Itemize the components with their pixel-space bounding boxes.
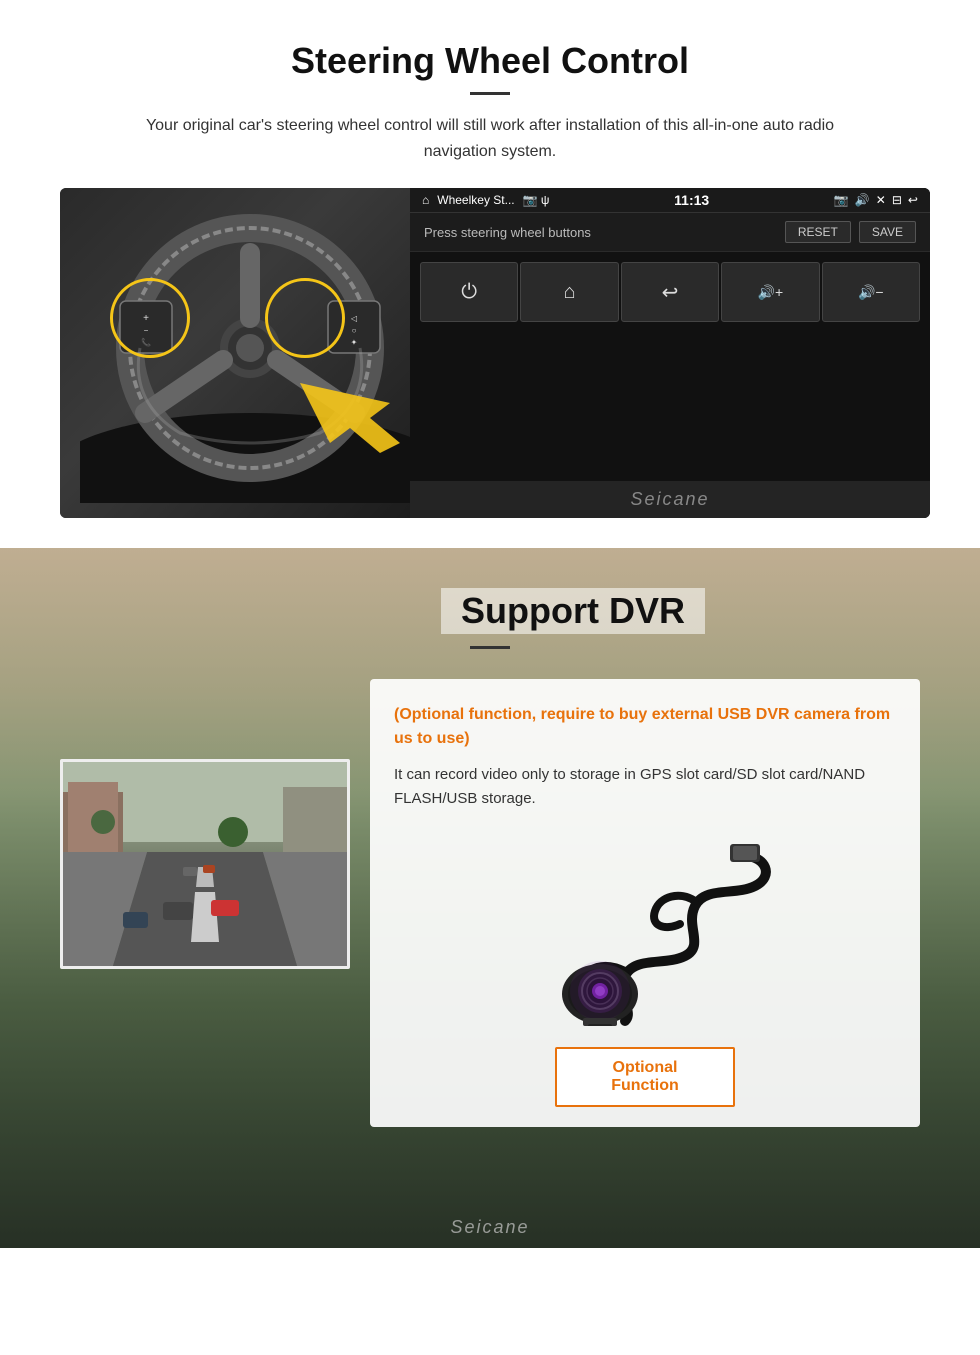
svg-text:+: +	[143, 313, 149, 324]
ctrl-vol-down[interactable]: 🔊−	[822, 262, 920, 322]
reset-button[interactable]: RESET	[785, 221, 851, 243]
dvr-content: Support DVR	[0, 548, 980, 1167]
steering-title: Steering Wheel Control	[60, 40, 920, 82]
dvr-description: It can record video only to storage in G…	[394, 763, 896, 811]
status-icons: 📷 ψ	[523, 193, 550, 207]
svg-text:✦: ✦	[351, 338, 358, 347]
steering-wheel-svg: + − 📞 ◁ ○ ✦	[80, 203, 420, 503]
dvr-title-wrapper: Support DVR	[60, 588, 920, 649]
ctrl-power[interactable]: ⏻	[420, 262, 518, 322]
ctrl-vol-up[interactable]: 🔊+	[721, 262, 819, 322]
back-icon: ↩	[908, 193, 918, 207]
app-name: Wheelkey St...	[437, 193, 514, 207]
close-icon: ✕	[876, 193, 886, 207]
home-icon: ⌂	[422, 193, 429, 207]
ctrl-home[interactable]: ⌂	[520, 262, 618, 322]
camera-icon: 📷	[834, 193, 849, 207]
dvr-camera-svg	[505, 836, 785, 1026]
dvr-optional-text: (Optional function, require to buy exter…	[394, 703, 896, 751]
optional-function-button[interactable]: Optional Function	[555, 1047, 735, 1107]
ctrl-back[interactable]: ↩	[621, 262, 719, 322]
title-divider	[470, 92, 510, 95]
dvr-title: Support DVR	[441, 588, 705, 634]
statusbar: ⌂ Wheelkey St... 📷 ψ 11:13 📷 🔊 ✕ ⊟ ↩	[410, 188, 930, 213]
window-icon: ⊟	[892, 193, 902, 207]
steering-composite-image: + − 📞 ◁ ○ ✦ ⌂ Wheelkey St...	[60, 188, 930, 518]
dvr-section: Support DVR	[0, 548, 980, 1248]
seicane-watermark-steering: Seicane	[410, 481, 930, 518]
header-buttons: RESET SAVE	[785, 221, 916, 243]
volume-icon: 🔊	[855, 193, 870, 207]
dvr-thumb-svg	[63, 762, 347, 966]
statusbar-left: ⌂ Wheelkey St... 📷 ψ	[422, 193, 549, 207]
head-unit-ui: ⌂ Wheelkey St... 📷 ψ 11:13 📷 🔊 ✕ ⊟ ↩ Pre…	[410, 188, 930, 518]
svg-text:◁: ◁	[351, 314, 358, 323]
dvr-info-card: (Optional function, require to buy exter…	[370, 679, 920, 1127]
dvr-product-image	[394, 831, 896, 1031]
press-label: Press steering wheel buttons	[424, 225, 591, 240]
save-button[interactable]: SAVE	[859, 221, 916, 243]
dvr-left-col	[60, 679, 350, 969]
svg-text:○: ○	[352, 326, 357, 335]
steering-wheel-section: Steering Wheel Control Your original car…	[0, 0, 980, 548]
statusbar-right: 📷 🔊 ✕ ⊟ ↩	[834, 193, 918, 207]
svg-text:📞: 📞	[141, 337, 151, 347]
statusbar-time: 11:13	[674, 192, 709, 208]
steering-subtitle: Your original car's steering wheel contr…	[140, 113, 840, 164]
dvr-divider	[470, 646, 510, 649]
svg-text:−: −	[144, 326, 149, 335]
dvr-thumbnail	[60, 759, 350, 969]
ui-header: Press steering wheel buttons RESET SAVE	[410, 213, 930, 252]
steering-wheel-photo: + − 📞 ◁ ○ ✦	[60, 188, 440, 518]
seicane-watermark-dvr: Seicane	[450, 1217, 529, 1238]
controls-grid: ⏻ ⌂ ↩ 🔊+ 🔊−	[410, 252, 930, 481]
dvr-layout: (Optional function, require to buy exter…	[60, 679, 920, 1127]
